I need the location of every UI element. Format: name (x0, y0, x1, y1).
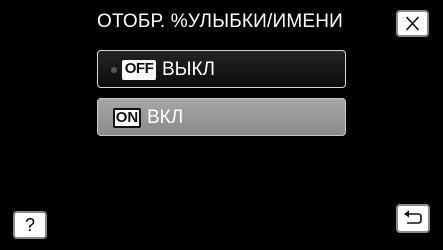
back-button[interactable] (396, 204, 430, 233)
return-arrow-icon (404, 210, 422, 224)
on-badge: ON (113, 108, 141, 128)
help-button[interactable]: ? (13, 211, 47, 239)
close-button[interactable] (396, 10, 429, 37)
off-badge: OFF (122, 60, 156, 80)
menu-screen: ОТОБР. %УЛЫБКИ/ИМЕНИ OFF ВЫКЛ ON ВКЛ ? (0, 0, 443, 250)
option-off[interactable]: OFF ВЫКЛ (97, 50, 346, 88)
page-title: ОТОБР. %УЛЫБКИ/ИМЕНИ (96, 11, 344, 32)
option-on[interactable]: ON ВКЛ (97, 98, 346, 136)
selected-indicator-icon (111, 67, 117, 73)
help-icon: ? (24, 214, 35, 235)
option-off-label: ВЫКЛ (162, 59, 216, 80)
option-on-label: ВКЛ (147, 107, 184, 128)
close-icon (405, 16, 420, 31)
